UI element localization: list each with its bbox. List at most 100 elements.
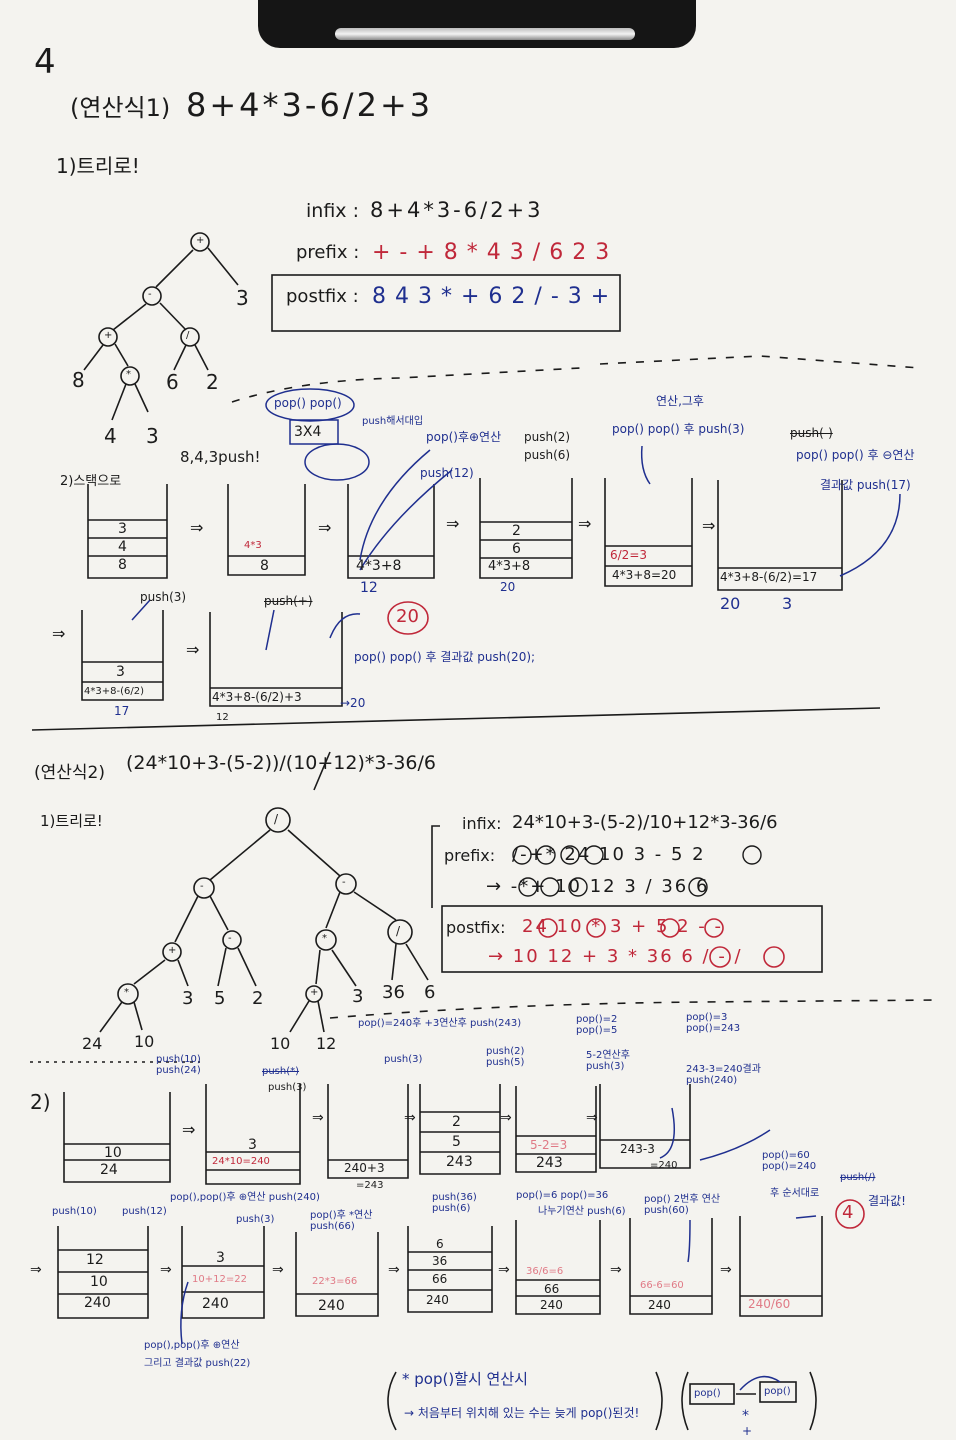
ex2-infix-label: infix: <box>462 814 502 833</box>
ex2-expression: (24*10+3-(5-2))/(10+12)*3-36/6 <box>126 752 437 774</box>
ex2-note-push3: push(3) <box>268 1082 307 1093</box>
ex2-step2: 2) <box>30 1090 51 1114</box>
ex2-step1: 1)트리로! <box>40 812 103 830</box>
tree2-mul-label: * <box>322 933 327 944</box>
ex2-postfix-line2: → 10 12 + 3 * 36 6 / - / <box>488 946 743 967</box>
ex2-a-bot: 24 <box>100 1162 118 1178</box>
ex2-note-push3b: push(3) <box>384 1054 423 1065</box>
ex2-f: 243-3 <box>620 1142 655 1156</box>
arrow-17: ⇒ <box>498 1262 510 1278</box>
arrow-11: ⇒ <box>500 1110 512 1126</box>
tree2-leaf-12: 12 <box>316 1034 337 1053</box>
ex2-bottom-note-b: 그리고 결과값 push(22) <box>144 1358 251 1369</box>
s1-item-bot: 8 <box>118 557 127 573</box>
s1-item-mid: 4 <box>118 539 127 555</box>
footer-plus: + <box>742 1424 753 1438</box>
arrow-14: ⇒ <box>160 1262 172 1278</box>
ex2-postfix-label: postfix: <box>446 918 506 937</box>
ex2-j-1: 6 <box>436 1237 444 1251</box>
ex2-note-push3c: push(3) <box>236 1214 275 1225</box>
note-push843: 8,4,3push! <box>180 448 261 466</box>
ex2-note-pop-pop-plus: pop(),pop()후 ⊕연산 push(240) <box>170 1192 320 1203</box>
footer-star: * <box>742 1408 749 1424</box>
s8-below: 12 <box>216 712 229 723</box>
ex2-note-pop3-243: pop()=3 pop()=243 <box>686 1012 741 1034</box>
ex2-note-div-push6: 나누기연산 push(6) <box>538 1206 626 1217</box>
ex2-prefix-line2: → -*+ 10 12 3 / 36 6 <box>486 876 710 897</box>
tree1-leaf-8: 8 <box>72 368 85 392</box>
arrow-18: ⇒ <box>610 1262 622 1278</box>
ex2-e-bot: 243 <box>536 1155 563 1171</box>
note-result-push17: 결과값 push(17) <box>820 478 911 492</box>
tree1-leaf-3b: 3 <box>146 424 159 448</box>
ex2-l-top: 66-6=60 <box>640 1280 684 1291</box>
tree2-leaf-6: 6 <box>424 982 436 1003</box>
ex2-note-pop-mul: pop()후 *연산 push(66) <box>310 1210 373 1232</box>
tree1-mul-label: * <box>126 369 131 380</box>
arrow-1: ⇒ <box>190 518 204 537</box>
s4-below: 20 <box>500 580 516 594</box>
footer-note-2: → 처음부터 위치해 있는 수는 늦게 pop()된것! <box>404 1406 640 1420</box>
s6-below-b: 3 <box>782 594 793 613</box>
note-push12: push(12) <box>420 466 474 480</box>
arrow-5: ⇒ <box>702 516 716 535</box>
ex1-label: (연산식1) <box>70 94 171 122</box>
ex2-answer: 4 <box>842 1202 854 1223</box>
arrow-8: ⇒ <box>182 1120 196 1139</box>
note-pop-minus: pop() pop() 후 ⊖연산 <box>796 448 915 462</box>
ex2-note-pop6-36: pop()=6 pop()=36 <box>516 1190 609 1201</box>
ex2-d-bot: 243 <box>446 1154 473 1170</box>
ex2-j-4: 240 <box>426 1293 449 1307</box>
ex2-infix: 24*10+3-(5-2)/10+12*3-36/6 <box>512 812 778 833</box>
ex2-postfix-line1: 24 10 * 3 + 5 2 - - <box>522 916 724 937</box>
ex2-j-2: 36 <box>432 1254 448 1268</box>
ex2-i-top: 22*3=66 <box>312 1276 358 1287</box>
tree2-leaf-2: 2 <box>252 988 264 1009</box>
ex2-d-mid: 5 <box>452 1134 461 1150</box>
tree2-minus1-label: - <box>200 881 204 892</box>
note-3x4: 3X4 <box>294 424 322 440</box>
ex2-f-below: =240 <box>650 1160 678 1171</box>
tree2-root-label: / <box>274 812 279 826</box>
ex2-note-push-star: push(*) <box>262 1066 300 1077</box>
tree2-leaf-5: 5 <box>214 988 226 1009</box>
ex1-answer: 20 <box>396 606 419 627</box>
s4-item-bot: 4*3+8 <box>488 559 531 574</box>
ex2-c: 240+3 <box>344 1161 385 1175</box>
ex2-l-bot: 240 <box>648 1298 671 1312</box>
s2-item-top: 4*3 <box>244 540 262 551</box>
s7-below: 17 <box>114 704 130 718</box>
ex1-step2: 2)스택으로 <box>60 474 122 489</box>
tree2-node-minus2 <box>335 873 357 895</box>
ex2-e-top: 5-2=3 <box>530 1138 568 1152</box>
s4-item-top: 2 <box>512 523 521 539</box>
tree1-leaf-3: 3 <box>236 286 249 310</box>
ex2-label: (연산식2) <box>34 763 106 783</box>
ex2-d-top: 2 <box>452 1114 461 1130</box>
tree2-node-minus3 <box>222 930 242 950</box>
s6-below-a: 20 <box>720 594 741 613</box>
ex2-g-bot: 240 <box>84 1295 111 1311</box>
ex2-note-pop60-240: pop()=60 pop()=240 <box>762 1150 817 1172</box>
tree2-leaf-10b: 10 <box>270 1034 291 1053</box>
arrow-13: ⇒ <box>30 1262 42 1278</box>
tree1-leaf-6: 6 <box>166 370 179 394</box>
s6-item: 4*3+8-(6/2)=17 <box>720 570 818 584</box>
s2-item-bot: 8 <box>260 558 269 574</box>
note-push6: push(6) <box>524 448 571 462</box>
tree2-leaf-24: 24 <box>82 1034 103 1053</box>
arrow-4: ⇒ <box>578 514 592 533</box>
note-pop-plus: pop()후⊕연산 <box>426 430 502 444</box>
s7-item-bot: 4*3+8-(6/2) <box>84 686 144 697</box>
s5-item-top: 6/2=3 <box>610 548 648 562</box>
ex2-k-top: 36/6=6 <box>526 1266 564 1277</box>
tree1-leaf-4: 4 <box>104 424 117 448</box>
ex2-m: 240/60 <box>748 1297 791 1311</box>
note-push-result: push해서대입 <box>362 416 424 427</box>
ex2-note-result: 결과값! <box>868 1194 906 1208</box>
ex2-j-3: 66 <box>432 1272 448 1286</box>
footer-pop-box2: pop() <box>764 1386 791 1397</box>
note-calc: 연산,그후 <box>656 394 704 408</box>
ex2-b-bot: 24*10=240 <box>212 1156 270 1167</box>
tree1-root-label: + <box>196 235 205 246</box>
